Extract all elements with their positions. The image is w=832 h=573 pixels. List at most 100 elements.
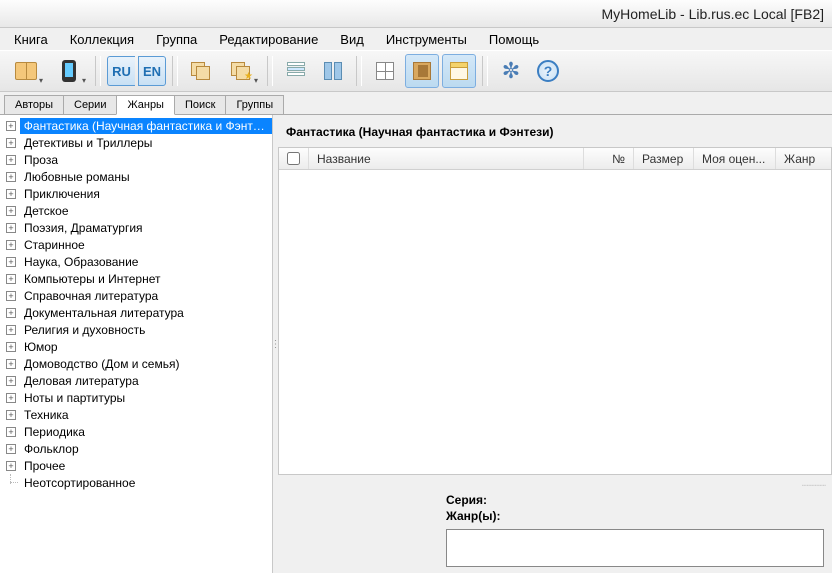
tree-item-label: Фольклор [20, 441, 83, 457]
genres-label: Жанр(ы): [446, 509, 500, 523]
select-all-checkbox[interactable] [287, 152, 300, 165]
settings-button[interactable]: ✼ [494, 54, 528, 88]
expand-icon[interactable]: + [6, 138, 16, 148]
menu-edit[interactable]: Редактирование [209, 30, 328, 49]
col-size[interactable]: Размер [634, 148, 694, 169]
tree-item-label: Детективы и Триллеры [20, 135, 156, 151]
expand-icon[interactable]: + [6, 461, 16, 471]
tree-item[interactable]: Неотсортированное [0, 474, 272, 491]
detail-panel: Серия: Жанр(ы): [438, 487, 832, 573]
read-button[interactable]: ▾ [6, 54, 46, 88]
tree-item[interactable]: +Деловая литература [0, 372, 272, 389]
window-titlebar: MyHomeLib - Lib.rus.ec Local [FB2] [0, 0, 832, 28]
book-icon [15, 62, 37, 80]
tree-item[interactable]: +Ноты и партитуры [0, 389, 272, 406]
tree-item-label: Любовные романы [20, 169, 134, 185]
col-checkbox[interactable] [279, 148, 309, 169]
tree-item-label: Компьютеры и Интернет [20, 271, 164, 287]
expand-icon[interactable]: + [6, 410, 16, 420]
table-view-button[interactable] [368, 54, 402, 88]
menubar: Книга Коллекция Группа Редактирование Ви… [0, 28, 832, 50]
tree-item[interactable]: +Религия и духовность [0, 321, 272, 338]
tab-авторы[interactable]: Авторы [4, 95, 64, 114]
lang-ru-button[interactable]: RU [107, 56, 135, 86]
favorite-button[interactable]: ★▾ [221, 54, 261, 88]
tree-item[interactable]: + Детское [0, 202, 272, 219]
tree-item[interactable]: +Периодика [0, 423, 272, 440]
tree-item[interactable]: + Поэзия, Драматургия [0, 219, 272, 236]
expand-icon[interactable]: + [6, 223, 16, 233]
tree-item-label: Неотсортированное [20, 475, 139, 491]
tree-item[interactable]: + Компьютеры и Интернет [0, 270, 272, 287]
tab-группы[interactable]: Группы [225, 95, 284, 114]
expand-icon[interactable]: + [6, 206, 16, 216]
book-grid[interactable]: Название № Размер Моя оцен... Жанр [278, 147, 832, 475]
lang-en-button[interactable]: EN [138, 56, 166, 86]
separator [172, 56, 178, 86]
tree-item[interactable]: +Домоводство (Дом и семья) [0, 355, 272, 372]
tree-item[interactable]: +Техника [0, 406, 272, 423]
content-panel: Фантастика (Научная фантастика и Фэнтези… [278, 115, 832, 573]
tree-item[interactable]: + Детективы и Триллеры [0, 134, 272, 151]
expand-icon[interactable]: + [6, 189, 16, 199]
expand-icon[interactable]: + [6, 393, 16, 403]
tree-item-label: Приключения [20, 186, 104, 202]
expand-icon[interactable]: + [6, 121, 16, 131]
columns-button[interactable] [316, 54, 350, 88]
expand-icon[interactable]: + [6, 308, 16, 318]
tree-item-label: Юмор [20, 339, 62, 355]
tree-item-label: Детское [20, 203, 73, 219]
tree-item[interactable]: +Проза [0, 151, 272, 168]
col-genre[interactable]: Жанр [776, 148, 831, 169]
menu-group[interactable]: Группа [146, 30, 207, 49]
expand-icon[interactable]: + [6, 240, 16, 250]
menu-tools[interactable]: Инструменты [376, 30, 477, 49]
tree-item[interactable]: +Справочная литература [0, 287, 272, 304]
genre-tree-panel[interactable]: +Фантастика (Научная фантастика и Фэнтез… [0, 115, 273, 573]
expand-icon[interactable]: + [6, 172, 16, 182]
expand-icon[interactable]: + [6, 325, 16, 335]
stack-icon [191, 62, 211, 80]
tree-item-label: Наука, Образование [20, 254, 142, 270]
tab-поиск[interactable]: Поиск [174, 95, 226, 114]
check-list-button[interactable] [279, 54, 313, 88]
tabbar: АвторыСерииЖанрыПоискГруппы [0, 92, 832, 114]
expand-icon[interactable]: + [6, 359, 16, 369]
panel-view-button[interactable] [442, 54, 476, 88]
device-button[interactable]: ▾ [49, 54, 89, 88]
tree-item[interactable]: + Приключения [0, 185, 272, 202]
table-icon [376, 62, 394, 80]
expand-icon[interactable]: + [6, 342, 16, 352]
menu-collection[interactable]: Коллекция [60, 30, 144, 49]
expand-icon[interactable]: + [6, 444, 16, 454]
shelf-view-button[interactable] [405, 54, 439, 88]
tab-жанры[interactable]: Жанры [116, 95, 175, 115]
expand-icon[interactable]: + [6, 155, 16, 165]
tree-item[interactable]: +Документальная литература [0, 304, 272, 321]
expand-icon[interactable]: + [6, 257, 16, 267]
expand-icon[interactable]: + [6, 376, 16, 386]
tree-item-label: Поэзия, Драматургия [20, 220, 147, 236]
tree-item[interactable]: +Фантастика (Научная фантастика и Фэнтез… [0, 117, 272, 134]
col-num[interactable]: № [584, 148, 634, 169]
gear-icon: ✼ [500, 60, 522, 82]
tree-item[interactable]: + Наука, Образование [0, 253, 272, 270]
col-name[interactable]: Название [309, 148, 584, 169]
tree-item[interactable]: + Юмор [0, 338, 272, 355]
tree-item[interactable]: + Любовные романы [0, 168, 272, 185]
tree-item[interactable]: +Прочее [0, 457, 272, 474]
expand-icon[interactable]: + [6, 274, 16, 284]
copy-button[interactable] [184, 54, 218, 88]
tree-item[interactable]: + Фольклор [0, 440, 272, 457]
menu-view[interactable]: Вид [330, 30, 374, 49]
menu-help[interactable]: Помощь [479, 30, 549, 49]
help-button[interactable]: ? [531, 54, 565, 88]
expand-icon[interactable]: + [6, 291, 16, 301]
tab-серии[interactable]: Серии [63, 95, 117, 114]
menu-book[interactable]: Книга [4, 30, 58, 49]
chevron-down-icon: ▾ [39, 76, 43, 85]
tree-item[interactable]: +Старинное [0, 236, 272, 253]
shelf-icon [413, 62, 431, 80]
col-rating[interactable]: Моя оцен... [694, 148, 776, 169]
expand-icon[interactable]: + [6, 427, 16, 437]
